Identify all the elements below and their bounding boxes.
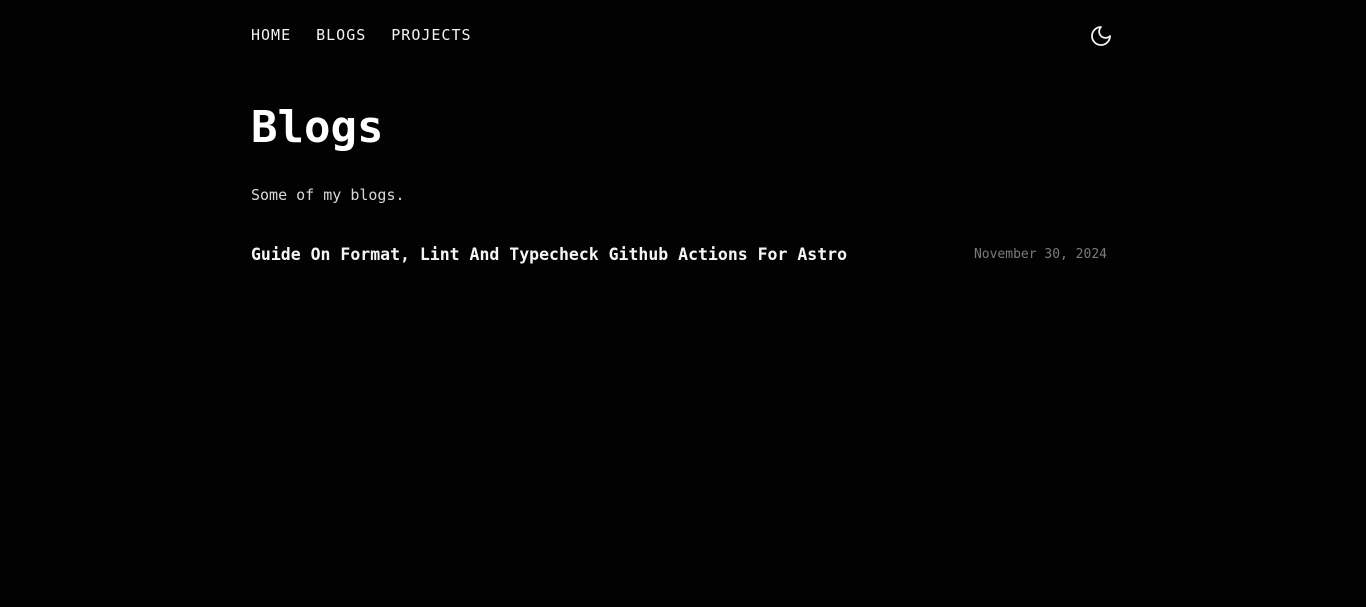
post-list-item[interactable]: Guide On Format, Lint And Typecheck Gith… [251, 242, 1107, 266]
nav-link-projects[interactable]: PROJECTS [391, 26, 471, 44]
nav-links: HOME BLOGS PROJECTS [251, 26, 472, 44]
post-date: November 30, 2024 [973, 246, 1107, 262]
nav-link-home[interactable]: HOME [251, 26, 291, 44]
page-container: HOME BLOGS PROJECTS Blogs Some of my blo… [251, 0, 1117, 607]
post-title-link[interactable]: Guide On Format, Lint And Typecheck Gith… [251, 245, 847, 264]
theme-toggle-button[interactable] [1089, 24, 1113, 48]
post-list: Guide On Format, Lint And Typecheck Gith… [251, 242, 1107, 266]
page-title: Blogs [251, 102, 384, 153]
nav-link-blogs[interactable]: BLOGS [316, 26, 366, 44]
top-nav: HOME BLOGS PROJECTS [251, 24, 1117, 48]
moon-icon [1091, 26, 1111, 46]
page-subtitle: Some of my blogs. [251, 186, 405, 204]
